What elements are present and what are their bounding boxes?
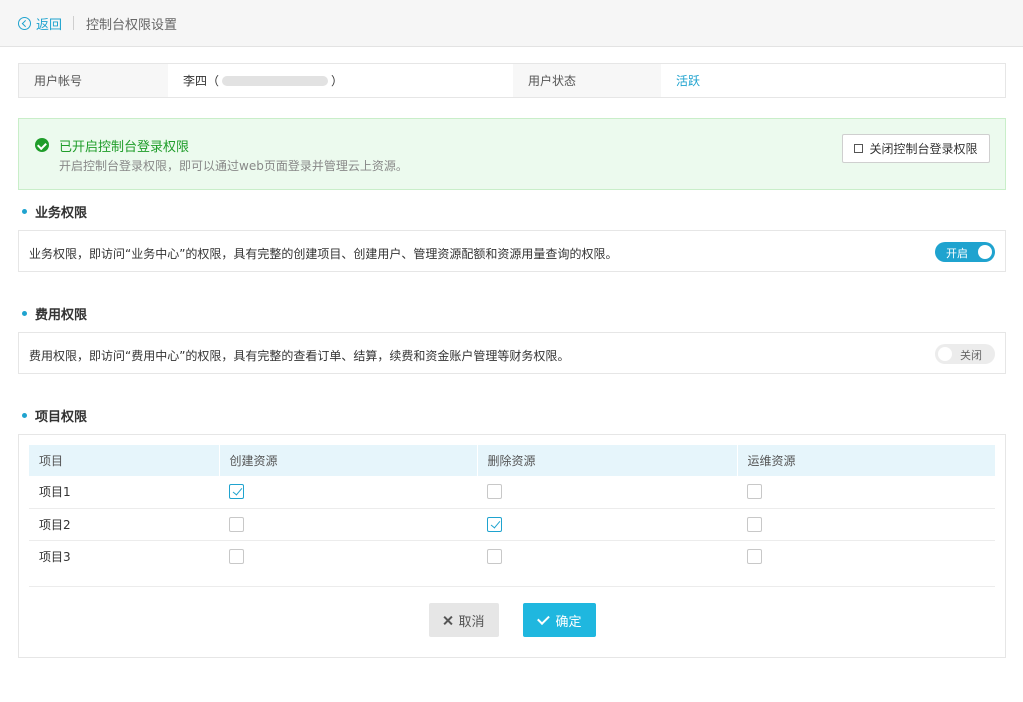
confirm-button[interactable]: 确定 <box>523 603 596 637</box>
column-header-create: 创建资源 <box>218 445 477 476</box>
project-name: 项目1 <box>29 476 219 509</box>
toggle-knob <box>938 347 952 361</box>
account-name: 李四（ <box>183 74 220 88</box>
delete-cell <box>477 508 737 541</box>
user-info-table: 用户帐号 李四（ ） 用户状态 活跃 <box>18 63 1006 98</box>
table-row: 项目1 <box>29 476 995 509</box>
project-name: 项目2 <box>29 508 219 541</box>
delete-resource-checkbox[interactable] <box>487 484 502 500</box>
column-header-delete: 删除资源 <box>476 445 737 476</box>
back-link[interactable]: 返回 <box>18 14 62 33</box>
column-header-ops: 运维资源 <box>736 445 995 476</box>
close-console-access-label: 关闭控制台登录权限 <box>869 142 978 156</box>
square-icon <box>854 144 864 153</box>
project-name: 项目3 <box>39 549 71 564</box>
cancel-label: 取消 <box>458 614 485 630</box>
business-toggle-label: 开启 <box>946 247 968 260</box>
project-permission-table: 项目 创建资源 删除资源 运维资源 项目1 项目2 项目3 <box>29 445 995 572</box>
business-permission-title-text: 业务权限 <box>35 206 88 221</box>
project-permission-title-text: 项目权限 <box>35 410 88 425</box>
create-resource-checkbox[interactable] <box>229 484 244 500</box>
create-cell <box>219 540 477 572</box>
create-cell <box>219 476 477 509</box>
create-cell <box>219 508 477 541</box>
billing-permission-title-text: 费用权限 <box>35 308 88 323</box>
create-resource-checkbox[interactable] <box>229 548 244 564</box>
bullet-dot-icon <box>22 413 27 418</box>
create-resource-checkbox[interactable] <box>229 516 244 532</box>
back-label: 返回 <box>36 17 63 33</box>
bullet-dot-icon <box>22 209 27 214</box>
ops-resource-checkbox[interactable] <box>747 516 762 532</box>
ops-resource-checkbox[interactable] <box>747 484 762 500</box>
back-circle-icon <box>18 16 31 30</box>
account-suffix: ） <box>331 74 344 88</box>
billing-toggle-label: 关闭 <box>960 349 982 362</box>
ops-resource-checkbox[interactable] <box>747 548 762 564</box>
billing-permission-box: 费用权限，即访问“费用中心”的权限，具有完整的查看订单、结算，续费和资金账户管理… <box>18 332 1006 374</box>
billing-permission-description: 费用权限，即访问“费用中心”的权限，具有完整的查看订单、结算，续费和资金账户管理… <box>29 349 570 363</box>
business-permission-description: 业务权限，即访问“业务中心”的权限，具有完整的创建项目、创建用户、管理资源配额和… <box>29 247 618 261</box>
table-row: 项目3 <box>29 540 995 572</box>
table-row: 项目2 <box>29 508 995 541</box>
business-permission-title: 业务权限 <box>22 202 87 221</box>
checkmark-icon <box>537 615 549 625</box>
check-circle-icon <box>35 138 49 152</box>
confirm-label: 确定 <box>555 614 582 630</box>
business-permission-box: 业务权限，即访问“业务中心”的权限，具有完整的创建项目、创建用户、管理资源配额和… <box>18 230 1006 272</box>
alert-title: 已开启控制台登录权限 <box>59 140 190 155</box>
project-permission-title: 项目权限 <box>22 406 87 425</box>
account-value: 李四（ ） <box>168 64 513 97</box>
billing-permission-title: 费用权限 <box>22 304 87 323</box>
status-label: 用户状态 <box>513 64 661 97</box>
header-divider <box>73 16 75 30</box>
close-x-icon <box>443 616 452 625</box>
ops-cell <box>737 476 995 509</box>
toggle-knob <box>978 245 992 259</box>
delete-resource-checkbox[interactable] <box>487 548 502 564</box>
delete-cell <box>477 476 737 509</box>
status-value: 活跃 <box>676 74 701 88</box>
cancel-button[interactable]: 取消 <box>429 603 499 637</box>
billing-permission-toggle[interactable]: 关闭 <box>935 344 995 364</box>
account-label: 用户帐号 <box>19 64 168 97</box>
project-permission-box: 项目 创建资源 删除资源 运维资源 项目1 项目2 项目3 取消 确定 <box>18 434 1006 658</box>
column-header-project: 项目 <box>29 445 219 476</box>
status-cell: 活跃 <box>661 64 1005 97</box>
delete-cell <box>477 540 737 572</box>
business-permission-toggle[interactable]: 开启 <box>935 242 995 262</box>
table-divider <box>29 586 995 587</box>
ops-cell <box>737 540 995 572</box>
alert-description: 开启控制台登录权限，即可以通过web页面登录并管理云上资源。 <box>59 159 408 173</box>
bullet-dot-icon <box>22 311 27 316</box>
top-bar: 返回 控制台权限设置 <box>0 0 1023 47</box>
page-title: 控制台权限设置 <box>86 17 178 33</box>
ops-cell <box>737 508 995 541</box>
table-header-row: 项目 创建资源 删除资源 运维资源 <box>29 445 995 476</box>
console-access-alert: 已开启控制台登录权限 开启控制台登录权限，即可以通过web页面登录并管理云上资源… <box>18 118 1006 190</box>
masked-account-id <box>222 75 329 86</box>
close-console-access-button[interactable]: 关闭控制台登录权限 <box>842 134 990 163</box>
delete-resource-checkbox[interactable] <box>487 516 502 532</box>
